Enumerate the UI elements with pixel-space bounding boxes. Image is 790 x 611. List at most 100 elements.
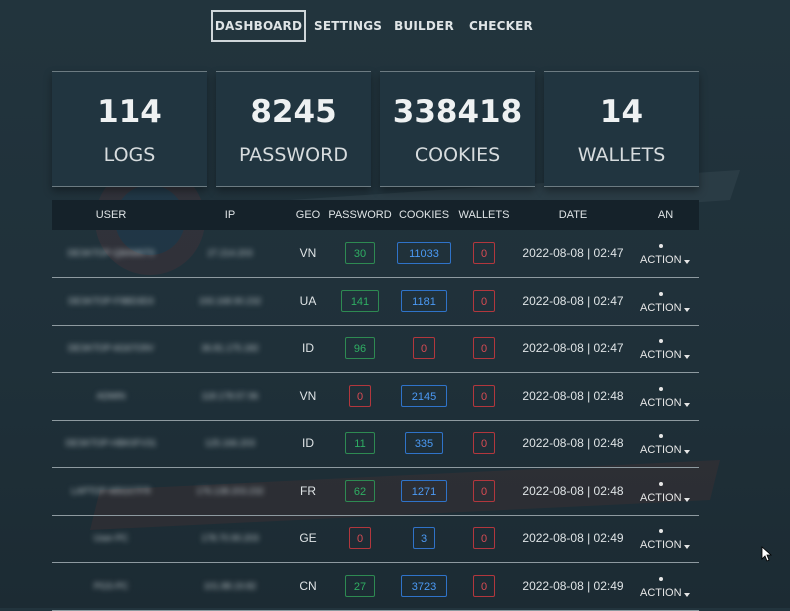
- caret-down-icon: [684, 402, 690, 407]
- table-row[interactable]: DESKTOP-Q8AM6T9 27.214.203 VN 30 11033 0 2022-…: [52, 230, 699, 278]
- date-cell: 2022-08-08 | 02:47: [522, 341, 624, 355]
- action-label: ACTION: [640, 491, 682, 504]
- stat-label: WALLETS: [577, 144, 666, 166]
- geo-cell: VN: [299, 388, 317, 403]
- action-dropdown[interactable]: ACTION: [632, 325, 692, 372]
- column-header-wallets[interactable]: WALLETS: [454, 200, 514, 230]
- password-badge[interactable]: 30: [345, 242, 375, 264]
- wallets-badge[interactable]: 0: [473, 289, 495, 312]
- action-label: ACTION: [640, 349, 682, 361]
- password-badge[interactable]: 27: [345, 574, 375, 597]
- stat-card-wallets: 14 WALLETS: [544, 71, 699, 187]
- action-label: ACTION: [640, 444, 682, 456]
- password-badge[interactable]: 0: [349, 527, 371, 549]
- column-header-ip[interactable]: IP: [170, 200, 290, 230]
- user-cell: User-PC: [93, 533, 129, 543]
- top-nav: DASHBOARD SETTINGS BUILDER CHECKER: [0, 10, 790, 44]
- action-dropdown[interactable]: ACTION: [632, 278, 692, 325]
- stat-value: 14: [599, 94, 644, 130]
- action-label: ACTION: [640, 539, 682, 551]
- dot-icon: [659, 244, 663, 248]
- ip-cell: 125.166.203: [204, 438, 256, 448]
- table-row[interactable]: ADMIN 118.178.57.96 VN 0 2145 0 2022-08-08 | 0…: [52, 373, 699, 421]
- ip-cell: 118.178.57.96: [201, 390, 259, 401]
- nav-builder-tab[interactable]: BUILDER: [392, 10, 456, 42]
- geo-cell: UA: [299, 293, 317, 308]
- nav-dashboard-tab[interactable]: DASHBOARD: [211, 10, 306, 42]
- table-row[interactable]: DESKTOP-F9BD3D3 193.168.90.232 UA 141 1181 0 2…: [52, 278, 699, 326]
- dot-icon: [659, 529, 663, 533]
- table-row[interactable]: LAPTOP-M5G07FR 176.138.203.232 FR 62 1271 0 20…: [52, 468, 699, 516]
- dot-icon: [659, 339, 663, 343]
- wallets-badge[interactable]: 0: [473, 527, 495, 549]
- wallets-badge[interactable]: 0: [473, 574, 495, 597]
- table-header: USER IP GEO PASSWORD COOKIES WALLETS DAT…: [52, 200, 699, 230]
- date-cell: 2022-08-08 | 02:48: [522, 436, 624, 450]
- nav-settings-tab[interactable]: SETTINGS: [314, 10, 382, 42]
- column-header-user[interactable]: USER: [52, 200, 170, 230]
- date-cell: 2022-08-08 | 02:48: [522, 483, 624, 498]
- table-row[interactable]: DESKTOP-HBK0FV31 125.166.203 ID 11 335 0 2022-…: [52, 420, 699, 468]
- wallets-badge[interactable]: 0: [473, 479, 495, 502]
- cookies-badge[interactable]: 11033: [397, 242, 451, 264]
- wallets-badge[interactable]: 0: [473, 242, 495, 264]
- cookies-badge[interactable]: 2145: [401, 384, 447, 407]
- password-badge[interactable]: 62: [345, 479, 375, 502]
- user-cell: DESKTOP-Q8AM6T9: [67, 248, 155, 258]
- nav-checker-tab[interactable]: CHECKER: [468, 10, 534, 42]
- ip-cell: 36.81.175.182: [201, 343, 259, 353]
- user-cell: DESKTOP-F9BD3D3: [68, 295, 154, 306]
- wallets-badge[interactable]: 0: [473, 432, 495, 454]
- geo-cell: ID: [302, 341, 314, 355]
- caret-down-icon: [684, 307, 690, 312]
- dot-icon: [659, 481, 663, 486]
- cookies-badge[interactable]: 335: [405, 432, 443, 454]
- cookies-badge[interactable]: 3: [413, 527, 435, 549]
- password-badge[interactable]: 11: [345, 432, 375, 454]
- stat-label: LOGS: [103, 144, 156, 166]
- action-label: ACTION: [640, 586, 682, 599]
- column-header-cookies[interactable]: COOKIES: [394, 200, 454, 230]
- action-dropdown[interactable]: ACTION: [632, 563, 692, 610]
- column-header-geo[interactable]: GEO: [290, 200, 326, 230]
- stat-label: PASSWORD: [239, 144, 348, 166]
- action-label: ACTION: [640, 396, 682, 409]
- column-header-action[interactable]: AN: [632, 200, 699, 230]
- date-cell: 2022-08-08 | 02:49: [522, 578, 624, 593]
- stat-value: 8245: [250, 94, 337, 130]
- caret-down-icon: [684, 450, 690, 454]
- cookies-badge[interactable]: 1271: [401, 479, 447, 502]
- column-header-date[interactable]: DATE: [514, 200, 632, 230]
- user-cell: DESKTOP-6G67O9V: [68, 343, 154, 353]
- dot-icon: [659, 434, 663, 438]
- action-dropdown[interactable]: ACTION: [632, 515, 692, 562]
- table-row[interactable]: User-PC 178.70.90.203 GE 0 3 0 2022-08-08 | 02…: [52, 515, 699, 563]
- cookies-badge[interactable]: 3723: [401, 574, 447, 597]
- table-row[interactable]: PGS-PC 101.88.19.82 CN 27 3723 0 2022-08-08 | …: [52, 563, 699, 611]
- dot-icon: [659, 291, 663, 296]
- action-label: ACTION: [640, 301, 682, 314]
- wallets-badge[interactable]: 0: [473, 337, 495, 359]
- password-badge[interactable]: 141: [341, 289, 379, 312]
- cookies-badge[interactable]: 1181: [401, 289, 447, 312]
- user-cell: ADMIN: [96, 390, 126, 401]
- user-cell: PGS-PC: [93, 580, 129, 591]
- dot-icon: [659, 576, 663, 581]
- geo-cell: VN: [299, 246, 317, 260]
- column-header-password[interactable]: PASSWORD: [326, 200, 394, 230]
- cookies-badge[interactable]: 0: [413, 337, 435, 359]
- ip-cell: 27.214.203: [207, 248, 253, 258]
- ip-cell: 178.70.90.203: [201, 533, 259, 543]
- ip-cell: 101.88.19.82: [203, 580, 257, 591]
- stat-value: 114: [97, 94, 162, 130]
- wallets-badge[interactable]: 0: [473, 384, 495, 407]
- action-dropdown[interactable]: ACTION: [632, 468, 692, 515]
- password-badge[interactable]: 96: [345, 337, 375, 359]
- action-dropdown[interactable]: ACTION: [632, 420, 692, 467]
- password-badge[interactable]: 0: [349, 384, 371, 407]
- action-label: ACTION: [640, 254, 682, 266]
- table-row[interactable]: DESKTOP-6G67O9V 36.81.175.182 ID 96 0 0 2022-0…: [52, 325, 699, 373]
- action-dropdown[interactable]: ACTION: [632, 230, 692, 277]
- action-dropdown[interactable]: ACTION: [632, 373, 692, 420]
- ip-cell: 193.168.90.232: [198, 295, 262, 306]
